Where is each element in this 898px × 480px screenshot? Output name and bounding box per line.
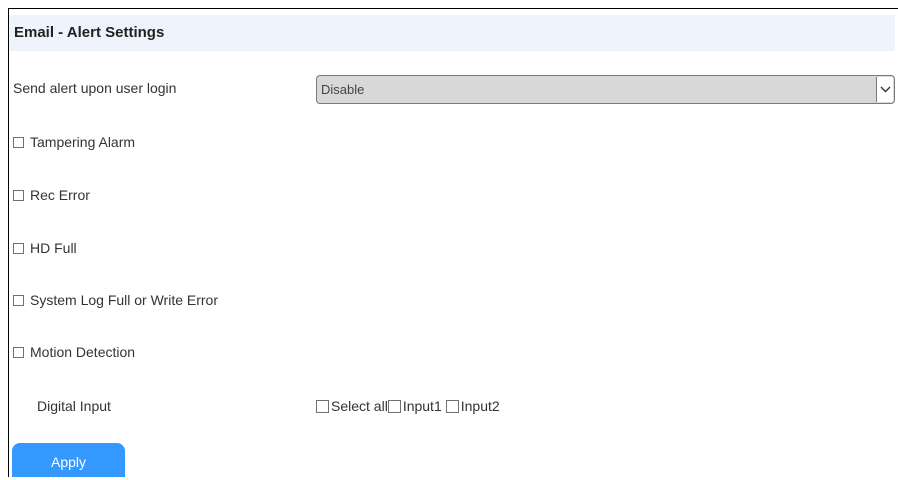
alarm-hd-full[interactable]: HD Full <box>13 240 77 256</box>
input1-label: Input1 <box>402 398 442 414</box>
motion-detection-label: Motion Detection <box>30 344 136 360</box>
hd-full-checkbox[interactable] <box>13 242 24 254</box>
hd-full-label: HD Full <box>30 240 77 256</box>
digital-input-group: Select all Input1 Input2 <box>316 398 500 414</box>
system-log-checkbox[interactable] <box>13 294 24 306</box>
tampering-alarm-label: Tampering Alarm <box>30 134 136 150</box>
login-alert-select[interactable]: Disable <box>316 75 895 104</box>
chevron-down-icon[interactable] <box>876 77 893 102</box>
input1-checkbox[interactable] <box>387 399 401 413</box>
select-all-checkbox[interactable] <box>316 399 329 413</box>
select-all-option[interactable]: Select all <box>316 398 388 414</box>
input2-option[interactable]: Input2 <box>445 398 500 414</box>
apply-button[interactable]: Apply <box>12 443 125 477</box>
login-alert-label: Send alert upon user login <box>13 80 177 96</box>
input1-option[interactable]: Input1 <box>387 398 442 414</box>
login-alert-value: Disable <box>321 82 365 97</box>
input2-checkbox[interactable] <box>445 399 459 413</box>
motion-detection-checkbox[interactable] <box>13 346 24 358</box>
rec-error-checkbox[interactable] <box>13 189 24 201</box>
digital-input-label: Digital Input <box>37 398 111 414</box>
alarm-tampering[interactable]: Tampering Alarm <box>13 134 135 150</box>
tampering-alarm-checkbox[interactable] <box>13 136 24 148</box>
rec-error-label: Rec Error <box>30 187 90 203</box>
alarm-system-log[interactable]: System Log Full or Write Error <box>13 292 218 308</box>
input2-label: Input2 <box>460 398 500 414</box>
alarm-rec-error[interactable]: Rec Error <box>13 187 90 203</box>
section-title: Email - Alert Settings <box>14 24 165 41</box>
section-header: Email - Alert Settings <box>9 15 895 51</box>
alarm-motion-detection[interactable]: Motion Detection <box>13 344 135 360</box>
select-all-label: Select all <box>331 398 388 414</box>
system-log-label: System Log Full or Write Error <box>30 292 219 308</box>
